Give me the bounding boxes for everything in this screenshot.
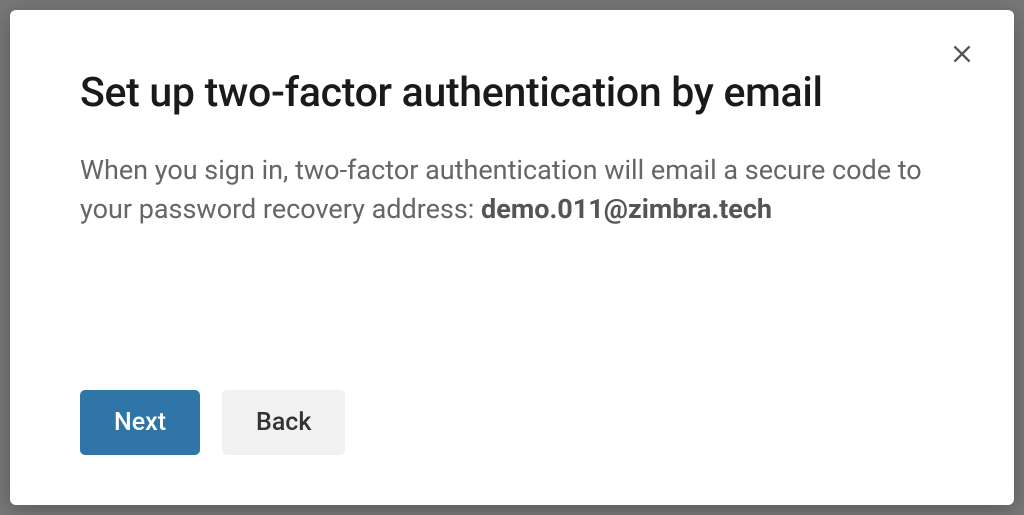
next-button[interactable]: Next [80,390,200,455]
recovery-email: demo.011@zimbra.tech [481,193,772,225]
dialog-button-row: Next Back [80,390,944,455]
dialog-title: Set up two-factor authentication by emai… [80,70,944,117]
close-button[interactable] [944,38,980,74]
back-button[interactable]: Back [222,390,345,455]
close-icon [949,41,975,71]
dialog-description: When you sign in, two-factor authenticat… [80,151,944,229]
two-factor-setup-dialog: Set up two-factor authentication by emai… [10,10,1014,505]
